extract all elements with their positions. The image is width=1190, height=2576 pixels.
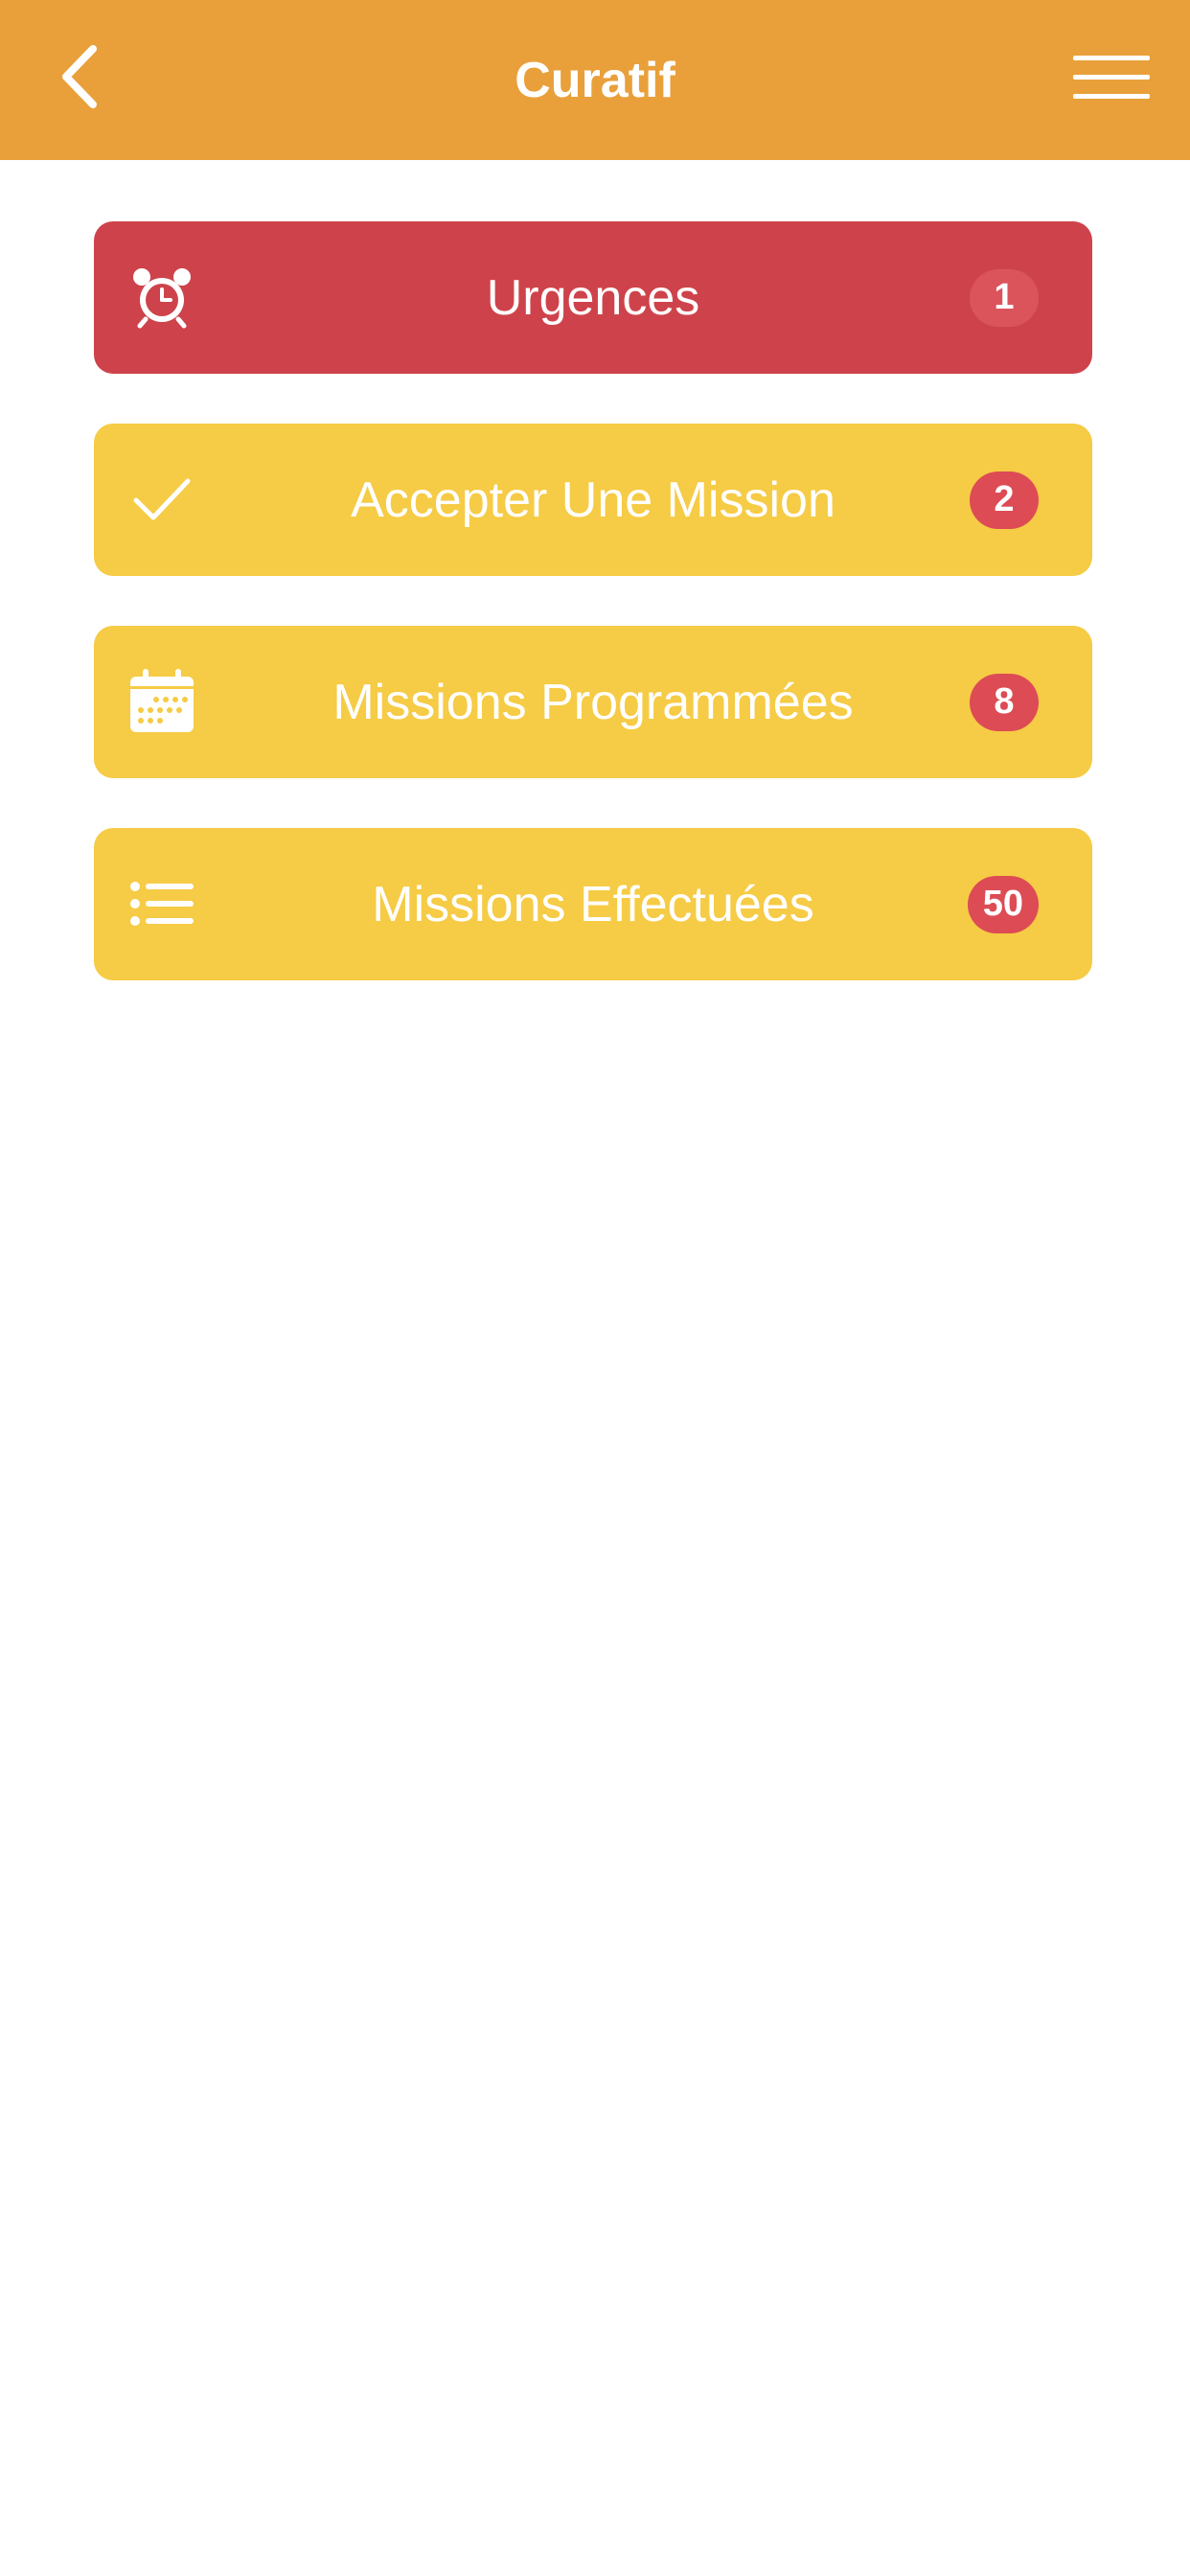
count-badge: 2 <box>970 471 1039 529</box>
header-bar: Curatif <box>0 0 1190 160</box>
page-title: Curatif <box>515 52 675 108</box>
count-badge: 8 <box>970 673 1039 731</box>
count-badge: 1 <box>970 268 1039 327</box>
menu-item-label: Urgences <box>486 269 700 326</box>
hamburger-menu-icon <box>1073 56 1150 99</box>
count-badge: 50 <box>967 875 1039 933</box>
mission-menu-list: Urgences 1 Accepter Une Mission 2 Missio… <box>94 221 1092 1030</box>
menu-item-urgences[interactable]: Urgences 1 <box>94 221 1092 374</box>
menu-button[interactable] <box>1064 38 1159 117</box>
menu-item-missions-effectuees[interactable]: Missions Effectuées 50 <box>94 828 1092 980</box>
menu-item-missions-programmees[interactable]: Missions Programmées 8 <box>94 626 1092 778</box>
menu-item-label: Missions Effectuées <box>372 876 814 932</box>
menu-item-label: Accepter Une Mission <box>351 472 835 528</box>
menu-item-label: Missions Programmées <box>332 674 854 730</box>
menu-item-accepter-mission[interactable]: Accepter Une Mission 2 <box>94 424 1092 576</box>
